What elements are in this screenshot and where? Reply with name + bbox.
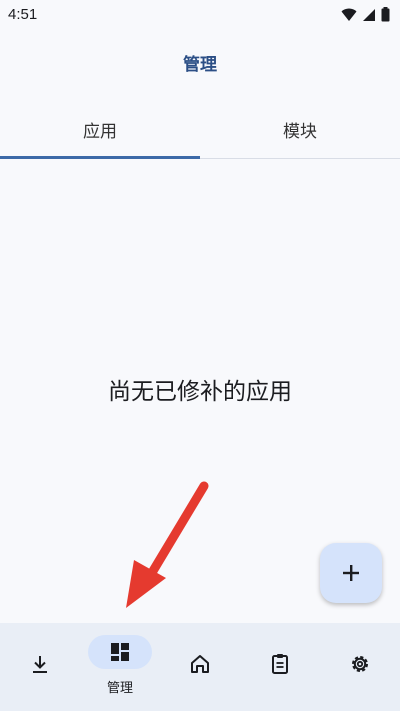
status-bar: 4:51 — [0, 0, 400, 30]
tab-apps[interactable]: 应用 — [0, 100, 200, 158]
home-icon — [189, 653, 211, 675]
nav-item-home[interactable] — [160, 623, 240, 711]
bottom-navigation: 管理 — [0, 623, 400, 711]
nav-item-logs[interactable] — [240, 623, 320, 711]
tab-bar: 应用 模块 — [0, 100, 400, 159]
annotation-arrow — [126, 481, 209, 608]
battery-icon — [381, 7, 390, 22]
tab-modules[interactable]: 模块 — [200, 100, 400, 158]
status-icons — [341, 7, 390, 22]
nav-item-manage[interactable]: 管理 — [80, 623, 160, 711]
gear-icon — [349, 653, 371, 675]
page-title: 管理 — [183, 55, 217, 75]
dashboard-icon — [111, 643, 129, 661]
download-icon — [29, 653, 51, 675]
status-time: 4:51 — [8, 6, 38, 23]
tab-modules-label: 模块 — [283, 121, 317, 142]
nav-item-download[interactable] — [0, 623, 80, 711]
clipboard-icon — [269, 653, 291, 675]
nav-item-settings[interactable] — [320, 623, 400, 711]
empty-state-message: 尚无已修补的应用 — [108, 379, 292, 405]
plus-icon — [343, 565, 359, 581]
add-button[interactable] — [320, 543, 382, 603]
nav-selected-indicator — [88, 635, 152, 669]
wifi-icon — [341, 8, 357, 21]
tab-indicator — [0, 156, 200, 159]
tab-apps-label: 应用 — [83, 121, 117, 142]
signal-icon — [363, 8, 375, 21]
nav-item-manage-label: 管理 — [106, 681, 133, 696]
